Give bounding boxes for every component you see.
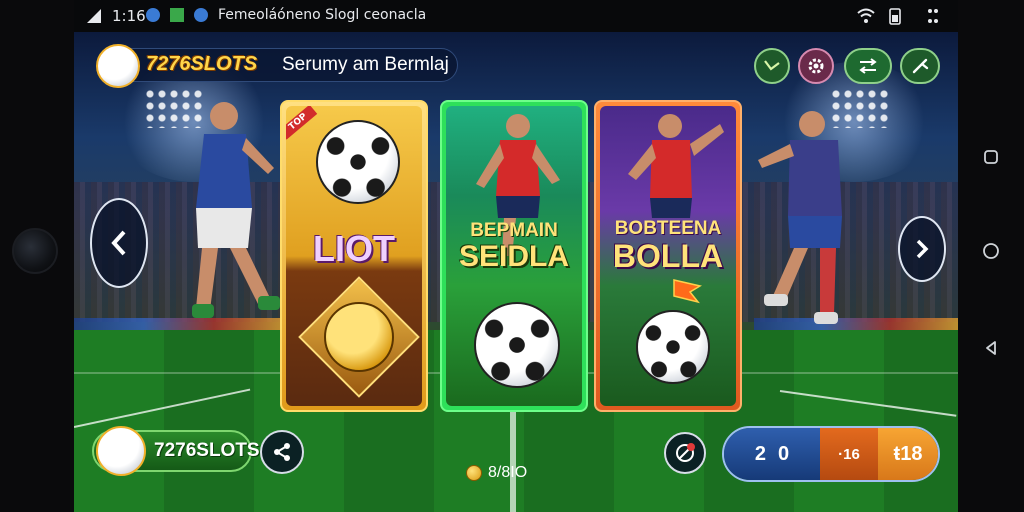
status-notification-text: Femeoláóneno Slogl ceonacla (218, 7, 427, 23)
home-icon[interactable] (982, 242, 1000, 260)
swap-button[interactable] (844, 48, 892, 84)
chevron-right-icon (916, 239, 929, 259)
player-right-figure (758, 111, 842, 324)
recent-apps-icon[interactable] (982, 148, 1000, 166)
status-time: 1:16 (112, 7, 146, 25)
share-icon (274, 443, 290, 461)
prev-arrow-button[interactable] (90, 198, 148, 288)
bottom-brand-text: 7276SLOTS (154, 440, 260, 461)
coin-balance: 8/8IO (466, 464, 527, 482)
soccer-ball-icon (474, 302, 560, 388)
status-bar: 1:16 Femeoláóneno Slogl ceonacla (74, 0, 958, 32)
settings-gear-icon (808, 58, 824, 74)
wifi-icon (857, 8, 875, 23)
header-subtitle: Serumy am Bermlaj (282, 54, 449, 75)
soccer-ball-icon (636, 310, 710, 384)
next-arrow-button[interactable] (898, 216, 946, 282)
card-corner-tag: TOP (286, 106, 318, 140)
bet-control-bar[interactable]: 2 0 ·16 ŧ18 (722, 426, 940, 482)
bet-spin-segment[interactable]: ŧ18 (878, 428, 938, 480)
share-button[interactable] (260, 430, 304, 474)
graph-icon (764, 60, 780, 71)
card-title-line-1: BEPMAIN (470, 220, 558, 241)
device-nav-bar (958, 0, 1024, 512)
device-bezel-left (0, 0, 74, 512)
card-title-line-2: BOLLA (612, 238, 724, 274)
bet-value-2: 0 (778, 442, 790, 465)
flag-icon (673, 279, 702, 304)
coin-icon (466, 465, 482, 481)
game-card-liot[interactable]: TOP LIOT (280, 100, 428, 412)
more-icon (928, 9, 938, 23)
battery-icon (889, 8, 901, 25)
bet-middle-value: ·16 (838, 445, 860, 463)
app-notification-icon (194, 8, 208, 22)
no-entry-icon (676, 443, 695, 462)
wrench-icon (912, 58, 929, 74)
game-screen: 7276SLOTS Serumy am Bermlaj TOP LIOT BEP… (74, 32, 958, 512)
brand-logo-text: 7276SLOTS (146, 53, 258, 75)
front-camera (12, 228, 58, 274)
back-icon[interactable] (982, 339, 1000, 357)
bet-value-1: 2 (754, 442, 766, 465)
auto-spin-button[interactable] (664, 432, 706, 474)
card-title-line-2: SEIDLA (458, 240, 569, 273)
stats-button[interactable] (754, 48, 790, 84)
app-notification-icon (170, 8, 184, 22)
bet-left-segment[interactable]: 2 0 (724, 428, 820, 480)
card-player-figure (628, 114, 724, 218)
coin-balance-value: 8/8IO (488, 464, 528, 481)
soccer-ball-logo-icon (96, 426, 146, 476)
bet-decrease-segment[interactable]: ·16 (820, 428, 878, 480)
tools-button[interactable] (900, 48, 940, 84)
game-card-seidla[interactable]: BEPMAIN SEIDLA (440, 100, 588, 412)
signal-icon (87, 9, 101, 23)
settings-button[interactable] (798, 48, 834, 84)
soccer-ball-logo-icon (96, 44, 140, 88)
player-left-figure (192, 102, 280, 318)
game-card-bolla[interactable]: BOBTEENA BOLLA (594, 100, 742, 412)
swap-arrows-icon (859, 58, 877, 74)
card-title: LIOT (313, 228, 395, 269)
chevron-left-icon (111, 230, 126, 256)
golden-ball-icon (324, 302, 394, 372)
app-notification-icon (146, 8, 160, 22)
card-title-line-1: BOBTEENA (614, 218, 722, 239)
bet-right-value: ŧ18 (893, 442, 923, 465)
soccer-ball-icon (316, 120, 400, 204)
